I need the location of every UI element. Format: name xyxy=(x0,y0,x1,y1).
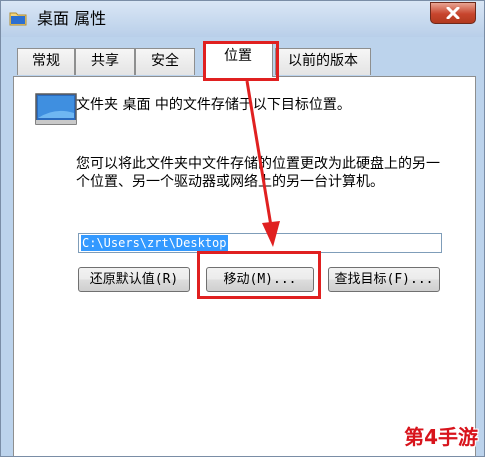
tab-general[interactable]: 常规 xyxy=(17,48,75,75)
watermark-logo: 第4手游 xyxy=(404,425,478,449)
window-title: 桌面 属性 xyxy=(37,9,107,28)
close-button[interactable] xyxy=(430,2,476,24)
desktop-folder-icon xyxy=(35,93,77,125)
folder-icon xyxy=(9,12,27,26)
tab-previous-versions[interactable]: 以前的版本 xyxy=(275,48,371,75)
find-target-button[interactable]: 查找目标(F)... xyxy=(328,267,440,292)
location-panel: 文件夹 桌面 中的文件存储于以下目标位置。 您可以将此文件夹中文件存储的位置更改… xyxy=(13,76,476,456)
target-path-input[interactable]: C:\Users\zrt\Desktop xyxy=(78,233,442,253)
tab-strip: 常规 共享 安全 位置 以前的版本 xyxy=(13,43,476,77)
properties-window: 桌面 属性 常规 共享 安全 位置 以前的版本 文件夹 桌面 中的文件存储于以下… xyxy=(0,0,485,457)
restore-default-button[interactable]: 还原默认值(R) xyxy=(78,267,190,292)
tab-location[interactable]: 位置 xyxy=(203,43,273,77)
tab-security[interactable]: 安全 xyxy=(135,48,195,75)
location-description: 文件夹 桌面 中的文件存储于以下目标位置。 xyxy=(76,97,351,113)
tab-sharing[interactable]: 共享 xyxy=(75,48,135,75)
location-instruction: 您可以将此文件夹中文件存储的位置更改为此硬盘上的另一个位置、另一个驱动器或网络上… xyxy=(76,156,440,190)
target-path-value: C:\Users\zrt\Desktop xyxy=(81,235,228,251)
move-button[interactable]: 移动(M)... xyxy=(206,267,314,292)
title-bar[interactable]: 桌面 属性 xyxy=(1,1,484,37)
close-icon xyxy=(446,7,460,19)
